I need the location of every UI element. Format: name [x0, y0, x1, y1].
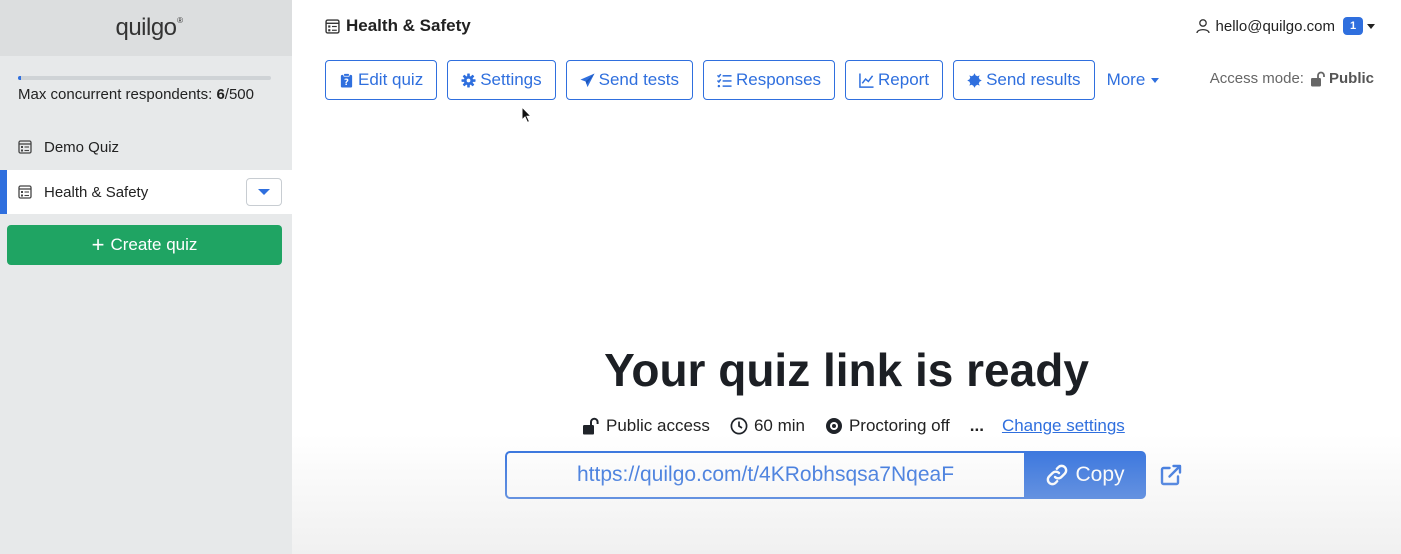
toolbar: ? Edit quiz Settings Send tests Response…: [325, 60, 1160, 100]
settings-label: Settings: [480, 70, 542, 89]
send-tests-label: Send tests: [598, 70, 679, 89]
notification-badge: 1: [1343, 17, 1363, 35]
clock-icon: [730, 417, 748, 435]
unlock-icon: [583, 417, 599, 435]
access-mode-value: Public: [1328, 70, 1374, 87]
caret-down-icon: [1151, 77, 1160, 83]
capacity-max: /500: [224, 86, 254, 103]
quiz-meta: Public access 60 min Proctoring off ... …: [582, 416, 1125, 436]
svg-text:?: ?: [344, 77, 349, 87]
capacity-label: Max concurrent respondents:: [18, 86, 213, 103]
logo-registered-mark: ®: [177, 16, 183, 25]
logo-bar: quilgo ®: [0, 0, 292, 56]
proctoring-meta-text: Proctoring off: [848, 416, 950, 435]
responses-label: Responses: [735, 70, 822, 89]
logo-text: quilgo: [115, 14, 177, 41]
send-results-button[interactable]: Send results: [953, 60, 1095, 100]
unlock-icon: [1310, 71, 1325, 86]
user-icon: [1195, 18, 1211, 34]
active-indicator: [0, 170, 7, 214]
send-results-label: Send results: [986, 70, 1081, 89]
send-tests-button[interactable]: Send tests: [565, 60, 693, 100]
edit-quiz-label: Edit quiz: [358, 70, 424, 89]
meta-ellipsis: ...: [969, 416, 984, 435]
create-quiz-button[interactable]: + Create quiz: [7, 225, 282, 265]
quiz-icon: [18, 185, 32, 199]
report-button[interactable]: Report: [845, 60, 944, 100]
logo[interactable]: quilgo ®: [115, 14, 183, 42]
copy-label: Copy: [1075, 463, 1125, 486]
change-settings-link[interactable]: Change settings: [1002, 416, 1125, 436]
proctoring-icon: [825, 418, 842, 434]
access-mode: Access mode: Public: [1210, 70, 1374, 87]
caret-down-icon: [1367, 23, 1375, 29]
list-check-icon: [716, 73, 732, 87]
quiz-link-field[interactable]: https://quilgo.com/t/4KRobhsqsa7NqeaF: [505, 451, 1024, 499]
access-meta: Public access: [582, 416, 710, 436]
duration-meta: 60 min: [730, 416, 805, 436]
sidebar: quilgo ® Max concurrent respondents: 6/50…: [0, 0, 292, 554]
more-label: More: [1106, 70, 1146, 89]
settings-button[interactable]: Settings: [447, 60, 556, 100]
capacity-progress-bar: [18, 76, 271, 80]
quiz-link-ready-heading: Your quiz link is ready: [604, 344, 1089, 396]
quiz-icon: [18, 140, 32, 154]
more-dropdown[interactable]: More: [1107, 70, 1160, 90]
chevron-down-icon: [258, 189, 270, 195]
gear-icon: [461, 72, 476, 88]
user-menu[interactable]: hello@quilgo.com 1: [1195, 17, 1375, 35]
edit-quiz-button[interactable]: ? Edit quiz: [325, 60, 438, 100]
duration-meta-text: 60 min: [753, 416, 805, 435]
certificate-icon: [967, 72, 982, 88]
capacity-current: 6: [216, 86, 225, 103]
external-link-icon[interactable]: [1159, 463, 1183, 487]
access-mode-label: Access mode:: [1209, 70, 1304, 87]
plus-icon: +: [91, 232, 105, 257]
quiz-link-url: https://quilgo.com/t/4KRobhsqsa7NqeaF: [576, 463, 955, 486]
quiz-options-dropdown[interactable]: [246, 178, 282, 206]
sidebar-item-health-safety[interactable]: Health & Safety: [0, 170, 292, 214]
user-email: hello@quilgo.com: [1215, 17, 1335, 35]
copy-link-button[interactable]: Copy: [1024, 451, 1146, 499]
quiz-link-group: https://quilgo.com/t/4KRobhsqsa7NqeaF Co…: [505, 451, 1146, 499]
mouse-cursor-icon: [521, 106, 533, 124]
responses-button[interactable]: Responses: [702, 60, 836, 100]
proctoring-meta: Proctoring off: [825, 416, 950, 436]
sidebar-item-label: Health & Safety: [44, 183, 149, 201]
access-meta-text: Public access: [606, 416, 710, 435]
report-label: Report: [878, 70, 930, 89]
page-title-text: Health & Safety: [346, 16, 471, 35]
clipboard-question-icon: ?: [340, 72, 353, 88]
paper-plane-icon: [580, 72, 595, 87]
sidebar-item-demo-quiz[interactable]: Demo Quiz: [0, 125, 292, 169]
link-icon: [1047, 464, 1068, 486]
quiz-icon: [325, 18, 340, 34]
capacity-progress-fill: [18, 76, 22, 80]
page-title: Health & Safety: [325, 16, 471, 36]
create-quiz-label: Create quiz: [110, 235, 198, 254]
line-chart-icon: [859, 72, 874, 88]
sidebar-item-label: Demo Quiz: [44, 138, 120, 156]
capacity-text: Max concurrent respondents: 6/500: [18, 86, 274, 103]
